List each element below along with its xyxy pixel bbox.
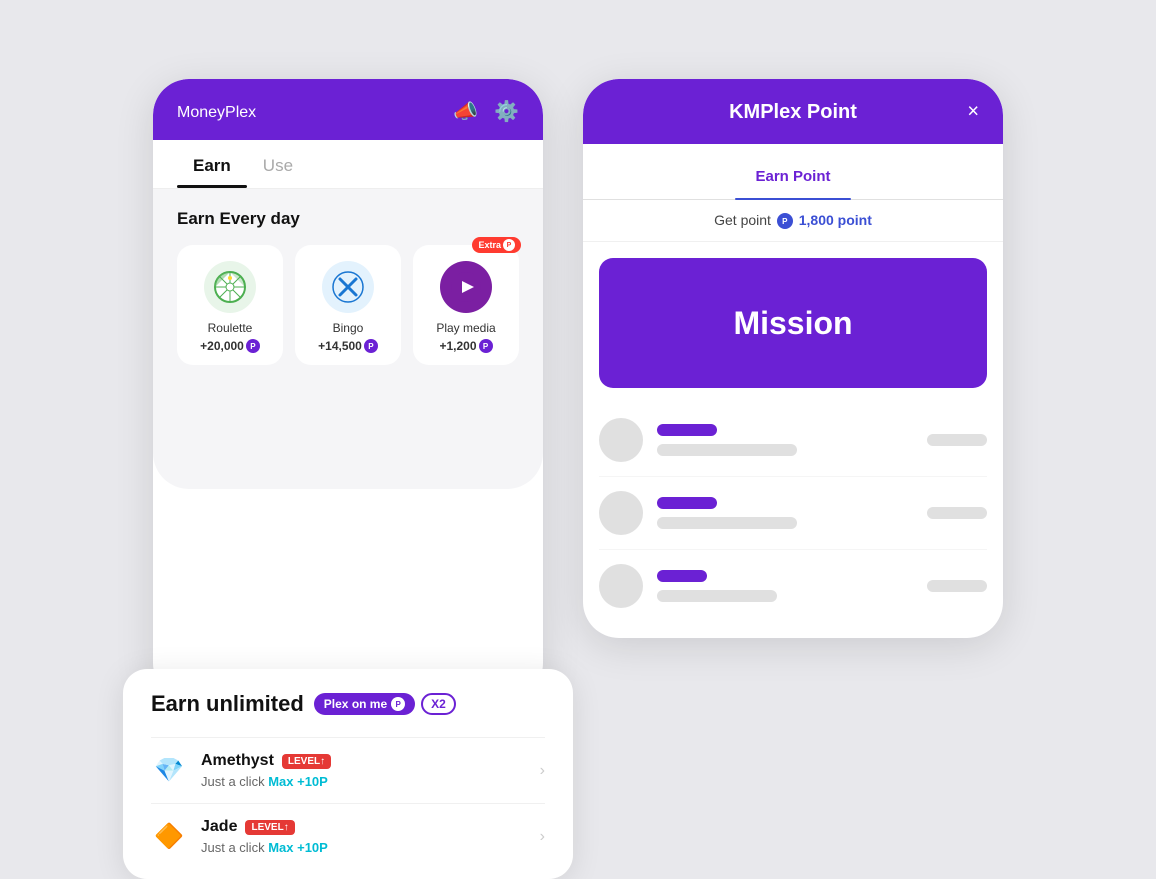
roulette-icon (204, 261, 256, 313)
jade-max: Max +10P (268, 840, 328, 855)
skeleton-bar-right-2 (927, 507, 987, 519)
roulette-label: Roulette (208, 321, 253, 335)
skeleton-content-2 (657, 497, 913, 529)
section-title: Earn Every day (177, 209, 519, 229)
media-card[interactable]: Extra P Play media +1,200P (413, 245, 519, 365)
points-value: 1,800 point (799, 212, 872, 228)
jade-name: Jade (201, 818, 237, 836)
bingo-point-icon: P (364, 339, 378, 353)
tab-use[interactable]: Use (247, 140, 309, 188)
right-phone: KMPlex Point × Earn Point Get point P 1,… (583, 79, 1003, 638)
plex-badge: Plex on me P (314, 693, 415, 715)
extra-badge: Extra P (472, 237, 521, 253)
brand-main: Money (177, 104, 225, 121)
skeleton-row-3 (599, 550, 987, 622)
point-icon-circle: P (777, 213, 793, 229)
skeleton-list (583, 404, 1003, 638)
app-header: MoneyPlex 📣 ⚙️ (153, 79, 543, 140)
left-phone: MoneyPlex 📣 ⚙️ Earn Use Earn Every day (153, 79, 543, 699)
bingo-icon (322, 261, 374, 313)
notification-icon[interactable]: 📣 (453, 99, 478, 124)
left-phone-inner: MoneyPlex 📣 ⚙️ Earn Use Earn Every day (153, 79, 543, 489)
amethyst-max: Max +10P (268, 774, 328, 789)
jade-name-row: Jade LEVEL↑ (201, 818, 526, 836)
skeleton-bar-purple-3 (657, 570, 707, 582)
media-icon (440, 261, 492, 313)
jade-arrow-icon: › (540, 828, 545, 846)
modal-tabs: Earn Point (583, 144, 1003, 200)
x2-badge: X2 (421, 693, 456, 715)
skeleton-avatar-3 (599, 564, 643, 608)
earn-unlimited-title: Earn unlimited (151, 691, 304, 717)
main-container: MoneyPlex 📣 ⚙️ Earn Use Earn Every day (133, 59, 1023, 719)
media-points: +1,200P (439, 339, 492, 353)
jade-desc: Just a click Max +10P (201, 840, 526, 855)
media-point-icon: P (479, 339, 493, 353)
activity-cards: Roulette +20,000P (177, 245, 519, 365)
skeleton-bar-long-1 (657, 444, 797, 456)
settings-icon[interactable]: ⚙️ (494, 99, 519, 124)
amethyst-name-row: Amethyst LEVEL↑ (201, 752, 526, 770)
bingo-card[interactable]: Bingo +14,500P (295, 245, 401, 365)
modal-header: KMPlex Point × (583, 79, 1003, 144)
earn-unlimited-card: Earn unlimited Plex on me P X2 💎 Amethys… (123, 669, 573, 879)
jade-level-badge: LEVEL↑ (245, 820, 294, 835)
tab-earn[interactable]: Earn (177, 140, 247, 188)
phone-body: Earn Every day (153, 189, 543, 489)
roulette-points: +20,000P (200, 339, 260, 353)
plex-point-icon: P (391, 697, 405, 711)
skeleton-bar-right-1 (927, 434, 987, 446)
mission-text: Mission (733, 305, 852, 342)
modal-close-button[interactable]: × (967, 100, 979, 123)
skeleton-bar-long-3 (657, 590, 777, 602)
jade-row[interactable]: 🔶 Jade LEVEL↑ Just a click Max +10P › (151, 803, 545, 869)
amethyst-gem: 💎 (151, 753, 187, 789)
skeleton-bar-purple-1 (657, 424, 717, 436)
bingo-points: +14,500P (318, 339, 378, 353)
modal-title: KMPlex Point (729, 101, 857, 124)
earn-unlimited-header: Earn unlimited Plex on me P X2 (151, 691, 545, 717)
skeleton-row-1 (599, 404, 987, 477)
extra-point-icon: P (503, 239, 515, 251)
skeleton-content-1 (657, 424, 913, 456)
tabs-row: Earn Use (153, 140, 543, 189)
media-label: Play media (436, 321, 495, 335)
amethyst-arrow-icon: › (540, 762, 545, 780)
roulette-card[interactable]: Roulette +20,000P (177, 245, 283, 365)
skeleton-row-2 (599, 477, 987, 550)
amethyst-name: Amethyst (201, 752, 274, 770)
amethyst-row[interactable]: 💎 Amethyst LEVEL↑ Just a click Max +10P … (151, 737, 545, 803)
brand-name: MoneyPlex (177, 100, 256, 123)
jade-info: Jade LEVEL↑ Just a click Max +10P (201, 818, 526, 855)
jade-gem: 🔶 (151, 819, 187, 855)
modal-points-row: Get point P 1,800 point (583, 200, 1003, 242)
amethyst-info: Amethyst LEVEL↑ Just a click Max +10P (201, 752, 526, 789)
modal-tab-earn-point[interactable]: Earn Point (735, 160, 850, 199)
roulette-point-icon: P (246, 339, 260, 353)
skeleton-bar-right-3 (927, 580, 987, 592)
header-icons: 📣 ⚙️ (453, 99, 519, 124)
amethyst-level-badge: LEVEL↑ (282, 754, 331, 769)
bingo-label: Bingo (333, 321, 364, 335)
amethyst-desc: Just a click Max +10P (201, 774, 526, 789)
mission-banner: Mission (599, 258, 987, 388)
skeleton-bar-long-2 (657, 517, 797, 529)
skeleton-avatar-1 (599, 418, 643, 462)
skeleton-avatar-2 (599, 491, 643, 535)
brand-sub: Plex (225, 104, 256, 121)
skeleton-bar-purple-2 (657, 497, 717, 509)
skeleton-content-3 (657, 570, 913, 602)
